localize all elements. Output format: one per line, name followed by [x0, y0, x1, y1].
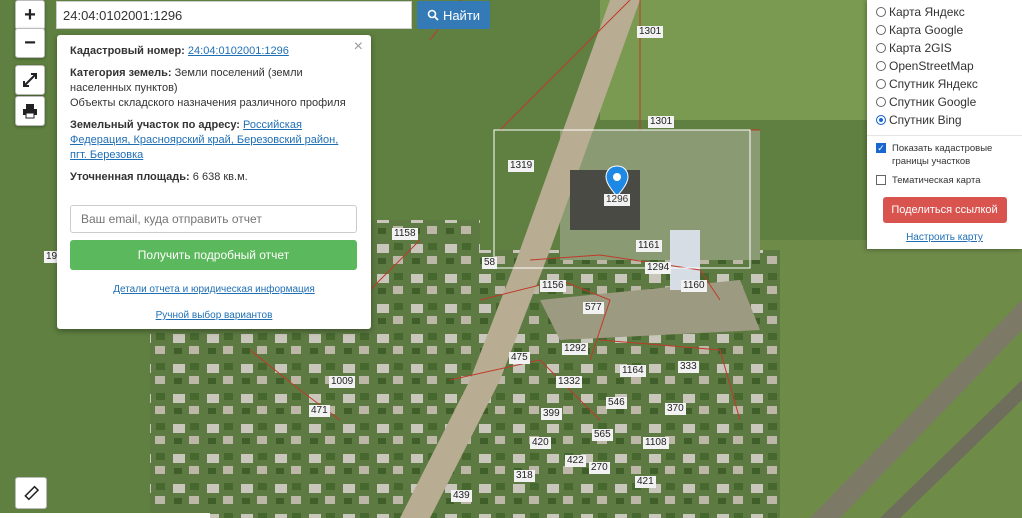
cadastral-number-label: Кадастровый номер: — [70, 45, 185, 57]
radio-icon — [876, 97, 886, 107]
report-details-link[interactable]: Детали отчета и юридическая информация — [113, 284, 315, 295]
ruler-icon — [24, 485, 39, 501]
search-button[interactable]: Найти — [417, 1, 490, 29]
layer-option-yandex-map[interactable]: Карта Яндекс — [876, 3, 1013, 21]
plot-label: 1158 — [392, 228, 418, 240]
plot-label: 421 — [635, 476, 656, 488]
layer-option-label: Спутник Bing — [889, 113, 962, 127]
plot-label: 270 — [589, 462, 610, 474]
cadastral-number-link[interactable]: 24:04:0102001:1296 — [188, 45, 289, 57]
layer-option-osm[interactable]: OpenStreetMap — [876, 57, 1013, 75]
layer-option-label: Карта Google — [889, 23, 964, 37]
layer-option-label: OpenStreetMap — [889, 59, 974, 73]
cadastral-search-input[interactable] — [56, 1, 412, 29]
printer-icon — [23, 104, 37, 119]
layer-switcher-panel: Карта Яндекс Карта Google Карта 2GIS Ope… — [867, 0, 1022, 249]
email-field[interactable] — [70, 205, 357, 233]
plot-label: 318 — [514, 470, 535, 482]
plot-label: 1301 — [637, 26, 664, 38]
show-cadastral-borders-checkbox[interactable]: ✓ Показать кадастровые границы участков — [876, 142, 1013, 168]
plot-label: 370 — [665, 403, 686, 415]
layer-option-yandex-satellite[interactable]: Спутник Яндекс — [876, 75, 1013, 93]
checkbox-label: Тематическая карта — [892, 175, 981, 186]
zoom-in-button[interactable]: + — [15, 0, 45, 30]
plot-label: 565 — [592, 429, 613, 441]
manual-selection-link[interactable]: Ручной выбор вариантов — [156, 310, 273, 321]
plot-label: 422 — [565, 455, 586, 467]
plot-label: 475 — [509, 352, 530, 364]
marker-label: 1296 — [604, 194, 631, 206]
layer-option-label: Карта 2GIS — [889, 41, 952, 55]
checkbox-icon — [876, 175, 886, 185]
checkbox-label: Показать кадастровые границы участков — [892, 143, 993, 167]
layer-option-bing-satellite[interactable]: Спутник Bing — [876, 111, 1013, 129]
radio-icon — [876, 25, 886, 35]
get-report-button[interactable]: Получить подробный отчет — [70, 240, 357, 270]
plot-label: 333 — [678, 361, 699, 373]
plot-label: 420 — [530, 437, 551, 449]
land-purpose: Объекты складского назначения различного… — [70, 97, 346, 109]
layer-option-google-map[interactable]: Карта Google — [876, 21, 1013, 39]
layer-option-2gis-map[interactable]: Карта 2GIS — [876, 39, 1013, 57]
radio-icon — [876, 79, 886, 89]
plot-label: 1332 — [556, 376, 583, 388]
plot-label: 546 — [606, 397, 627, 409]
plot-label: 1319 — [508, 160, 535, 172]
plot-label: 471 — [309, 405, 330, 417]
share-link-button[interactable]: Поделиться ссылкой — [882, 197, 1007, 223]
map-pin-icon — [605, 165, 629, 197]
radio-icon — [876, 61, 886, 71]
plot-label: 439 — [451, 490, 472, 502]
plot-label: 399 — [541, 408, 562, 420]
measure-button[interactable] — [15, 477, 47, 509]
configure-map-link[interactable]: Настроить карту — [876, 232, 1013, 243]
checkbox-checked-icon: ✓ — [876, 143, 886, 153]
layer-option-label: Спутник Яндекс — [889, 77, 978, 91]
plot-info-popup: × Кадастровый номер: 24:04:0102001:1296 … — [57, 35, 371, 329]
print-button[interactable] — [15, 96, 45, 126]
plot-label: 1156 — [540, 280, 566, 292]
plot-label: 1301 — [648, 116, 675, 128]
layer-option-label: Карта Яндекс — [889, 5, 965, 19]
expand-icon — [23, 73, 37, 87]
plot-label: 1161 — [636, 240, 662, 252]
thematic-map-checkbox[interactable]: Тематическая карта — [876, 174, 1013, 187]
bottom-strip — [0, 513, 210, 518]
fullscreen-button[interactable] — [15, 65, 45, 95]
plot-label: 577 — [583, 302, 604, 314]
area-label: Уточненная площадь: — [70, 171, 190, 183]
plot-label: 1292 — [562, 343, 589, 355]
radio-icon — [876, 43, 886, 53]
radio-selected-icon — [876, 115, 886, 125]
plot-label: 1009 — [329, 376, 356, 388]
plot-label: 1160 — [681, 280, 707, 292]
plot-label: 1294 — [645, 262, 672, 274]
location-marker[interactable]: 1296 — [604, 165, 631, 206]
layer-option-label: Спутник Google — [889, 95, 977, 109]
plot-label: 1164 — [620, 365, 646, 377]
plot-label: 58 — [482, 257, 498, 269]
close-icon[interactable]: × — [354, 39, 363, 55]
search-icon — [427, 9, 439, 21]
area-value: 6 638 кв.м. — [192, 171, 248, 183]
address-label: Земельный участок по адресу: — [70, 119, 240, 131]
zoom-out-button[interactable]: − — [15, 28, 45, 58]
layer-option-google-satellite[interactable]: Спутник Google — [876, 93, 1013, 111]
radio-icon — [876, 7, 886, 17]
search-button-label: Найти — [442, 7, 481, 23]
plot-label: 1108 — [643, 437, 669, 449]
land-category-label: Категория земель: — [70, 67, 172, 79]
